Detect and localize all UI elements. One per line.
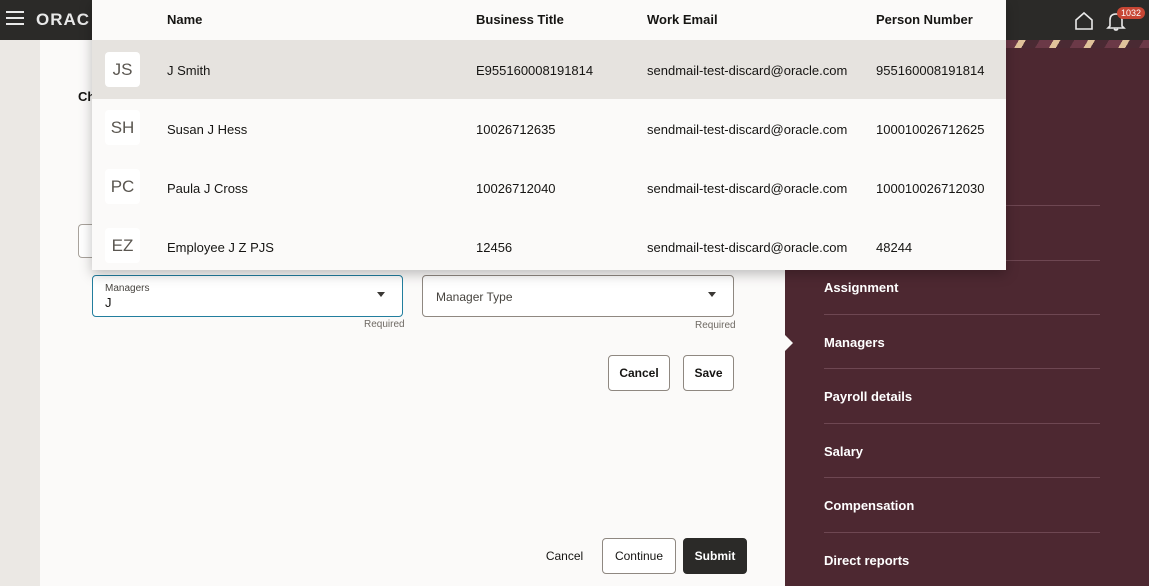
row-business-title: E955160008191814: [476, 63, 594, 78]
brand-logo[interactable]: ORAC: [36, 10, 90, 30]
column-header-name: Name: [167, 12, 203, 27]
manager-type-required-text: Required: [695, 320, 736, 331]
manager-type-placeholder: Manager Type: [436, 290, 513, 304]
row-name: Paula J Cross: [167, 181, 248, 196]
banner-decoration: [1005, 40, 1149, 48]
managers-dropdown: Name Business Title Work Email Person Nu…: [92, 0, 1006, 270]
avatar: SH: [105, 110, 140, 145]
avatar: JS: [105, 52, 140, 87]
row-business-title: 10026712635: [476, 122, 556, 137]
continue-button[interactable]: Continue: [602, 538, 676, 574]
home-icon[interactable]: [1073, 10, 1095, 32]
row-business-title: 10026712040: [476, 181, 556, 196]
avatar: PC: [105, 169, 140, 204]
column-header-business-title: Business Title: [476, 12, 564, 27]
nav-item-managers[interactable]: Managers: [824, 335, 885, 350]
column-header-person-number: Person Number: [876, 12, 973, 27]
nav-divider: [824, 314, 1100, 315]
row-person-number: 100010026712625: [876, 122, 985, 137]
row-work-email: sendmail-test-discard@oracle.com: [647, 63, 848, 78]
dropdown-row[interactable]: JS J Smith E955160008191814 sendmail-tes…: [92, 40, 1006, 99]
manager-type-select[interactable]: Manager Type: [422, 275, 734, 317]
nav-divider: [824, 532, 1100, 533]
cancel-button[interactable]: Cancel: [608, 355, 670, 391]
nav-divider: [824, 368, 1100, 369]
nav-item-payroll-details[interactable]: Payroll details: [824, 389, 912, 404]
row-name: Employee J Z PJS: [167, 240, 274, 255]
dropdown-row[interactable]: EZ Employee J Z PJS 12456 sendmail-test-…: [92, 217, 1006, 276]
row-name: Susan J Hess: [167, 122, 248, 137]
nav-divider: [824, 477, 1100, 478]
column-header-work-email: Work Email: [647, 12, 718, 27]
notification-badge: 1032: [1117, 7, 1146, 19]
row-person-number: 48244: [876, 240, 913, 255]
nav-item-assignment[interactable]: Assignment: [824, 280, 898, 295]
dropdown-row[interactable]: PC Paula J Cross 10026712040 sendmail-te…: [92, 158, 1006, 217]
page-background: [0, 40, 40, 586]
row-business-title: 12456: [476, 240, 513, 255]
chevron-down-icon[interactable]: [708, 292, 716, 297]
nav-divider: [824, 423, 1100, 424]
row-name: J Smith: [167, 63, 211, 78]
managers-input-value[interactable]: J: [105, 295, 112, 310]
chevron-down-icon[interactable]: [377, 292, 385, 297]
avatar: EZ: [105, 228, 140, 263]
row-work-email: sendmail-test-discard@oracle.com: [647, 240, 848, 255]
row-work-email: sendmail-test-discard@oracle.com: [647, 122, 848, 137]
nav-item-direct-reports[interactable]: Direct reports: [824, 553, 909, 568]
active-pointer: [785, 335, 793, 351]
nav-item-salary[interactable]: Salary: [824, 444, 863, 459]
menu-icon[interactable]: [6, 11, 24, 27]
row-person-number: 100010026712030: [876, 181, 985, 196]
managers-field[interactable]: Managers J: [92, 275, 403, 317]
managers-label: Managers: [105, 283, 150, 294]
submit-button[interactable]: Submit: [683, 538, 747, 574]
dropdown-row[interactable]: SH Susan J Hess 10026712635 sendmail-tes…: [92, 99, 1006, 158]
row-work-email: sendmail-test-discard@oracle.com: [647, 181, 848, 196]
footer-cancel-button[interactable]: Cancel: [536, 538, 593, 574]
save-button[interactable]: Save: [683, 355, 734, 391]
managers-required-text: Required: [364, 319, 405, 330]
row-person-number: 955160008191814: [876, 63, 985, 78]
nav-item-compensation[interactable]: Compensation: [824, 498, 914, 513]
